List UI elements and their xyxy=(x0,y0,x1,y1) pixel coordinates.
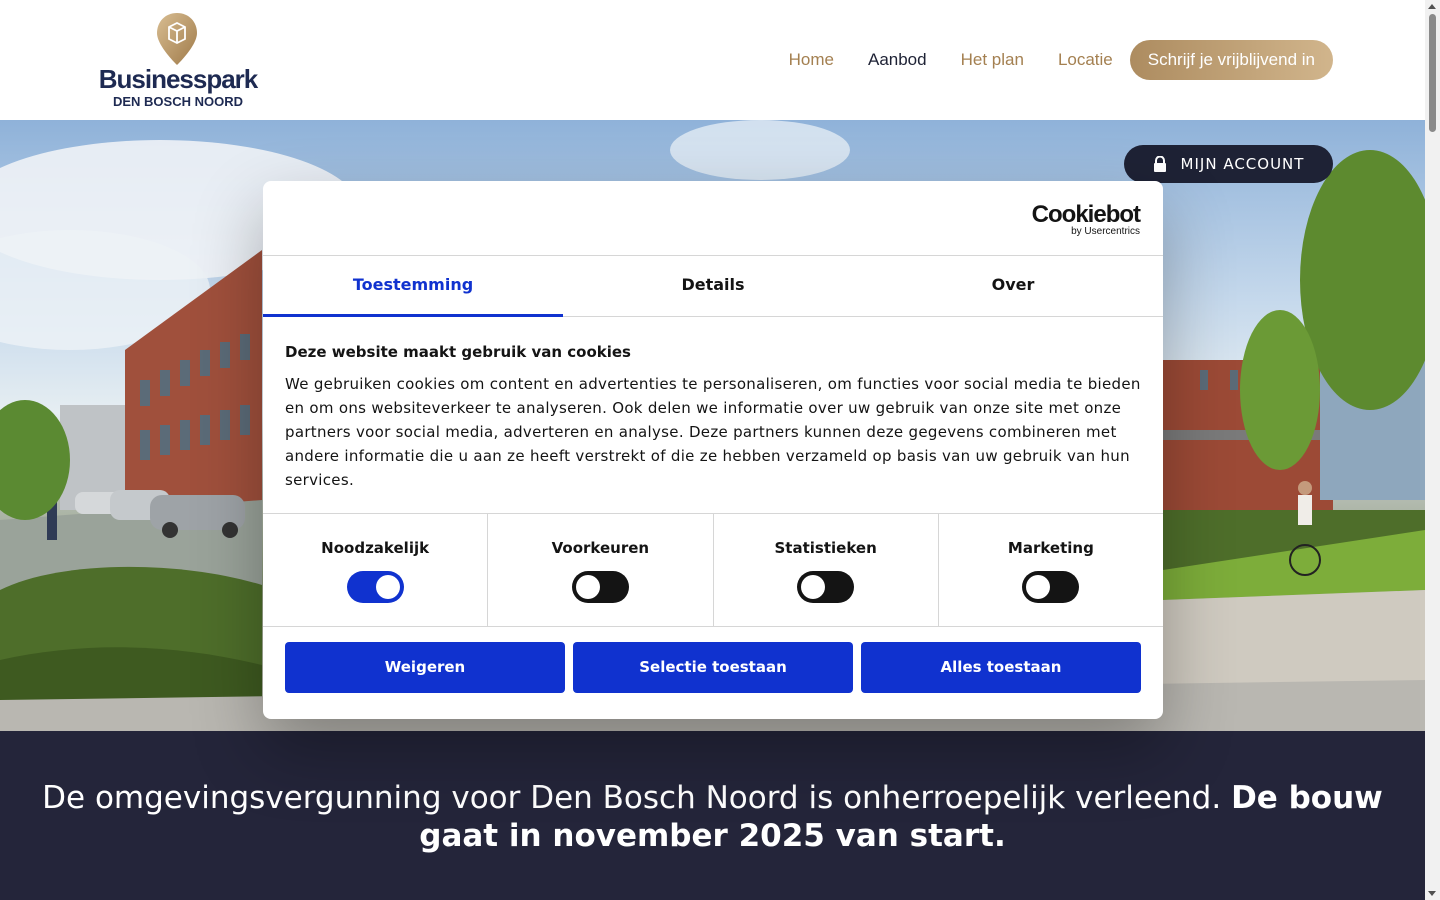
cookie-dialog-header: Cookiebot by Usercentrics xyxy=(263,181,1163,256)
my-account-label: MIJN ACCOUNT xyxy=(1180,155,1305,173)
main-nav: Home Aanbod Het plan Locatie Schrijf je … xyxy=(755,40,1333,80)
category-label: Statistieken xyxy=(774,539,877,557)
signup-button[interactable]: Schrijf je vrijblijvend in xyxy=(1129,40,1333,80)
site-logo[interactable]: Businesspark DEN BOSCH NOORD xyxy=(92,12,264,112)
toggle-knob xyxy=(1026,575,1051,599)
location-pin-icon xyxy=(157,13,197,65)
reject-button[interactable]: Weigeren xyxy=(285,642,565,693)
cookiebot-brand: Cookiebot xyxy=(1031,201,1141,228)
nav-item-aanbod[interactable]: Aanbod xyxy=(868,50,927,70)
toggle-knob xyxy=(375,575,400,599)
nav-item-het-plan[interactable]: Het plan xyxy=(961,50,1024,70)
tab-toestemming[interactable]: Toestemming xyxy=(263,256,563,317)
cookie-buttons: Weigeren Selectie toestaan Alles toestaa… xyxy=(263,627,1163,693)
announcement-band: De omgevingsvergunning voor Den Bosch No… xyxy=(0,731,1425,900)
announcement-text: De omgevingsvergunning voor Den Bosch No… xyxy=(0,779,1425,855)
tab-details[interactable]: Details xyxy=(563,256,863,316)
lock-icon xyxy=(1153,156,1166,172)
category-marketing: Marketing xyxy=(939,514,1163,626)
my-account-button[interactable]: MIJN ACCOUNT xyxy=(1124,145,1333,183)
toggle-noodzakelijk[interactable] xyxy=(346,571,404,603)
cookiebot-logo[interactable]: Cookiebot by Usercentrics xyxy=(1031,201,1141,237)
cookie-consent-dialog: Cookiebot by Usercentrics Toestemming De… xyxy=(263,181,1163,719)
page-scrollbar[interactable] xyxy=(1425,0,1440,900)
tab-over[interactable]: Over xyxy=(863,256,1163,316)
cookie-tabs: Toestemming Details Over xyxy=(263,256,1163,317)
logo-subtitle: DEN BOSCH NOORD xyxy=(112,94,243,109)
toggle-knob xyxy=(801,575,826,599)
allow-all-button[interactable]: Alles toestaan xyxy=(861,642,1141,693)
announcement-regular: De omgevingsvergunning voor Den Bosch No… xyxy=(42,780,1222,816)
allow-selection-button[interactable]: Selectie toestaan xyxy=(573,642,853,693)
category-noodzakelijk: Noodzakelijk xyxy=(263,514,489,626)
site-header: Businesspark DEN BOSCH NOORD Home Aanbod… xyxy=(0,0,1425,120)
cookie-body: Deze website maakt gebruik van cookies W… xyxy=(263,317,1163,514)
cookie-category-toggles: Noodzakelijk Voorkeuren Statistieken Mar… xyxy=(263,514,1163,627)
toggle-knob xyxy=(575,575,600,599)
logo-title: Businesspark xyxy=(98,64,259,94)
category-label: Marketing xyxy=(1007,539,1094,557)
scroll-up-arrow-icon[interactable] xyxy=(1428,4,1436,9)
scrollbar-thumb[interactable] xyxy=(1429,14,1436,132)
nav-item-locatie[interactable]: Locatie xyxy=(1058,50,1113,70)
category-statistieken: Statistieken xyxy=(714,514,939,626)
cookiebot-brand-sub: by Usercentrics xyxy=(1071,226,1140,237)
toggle-marketing[interactable] xyxy=(1022,571,1080,603)
cookie-description: We gebruiken cookies om content en adver… xyxy=(285,375,1141,489)
category-voorkeuren: Voorkeuren xyxy=(488,514,714,626)
category-label: Noodzakelijk xyxy=(321,539,430,557)
scroll-down-arrow-icon[interactable] xyxy=(1428,891,1436,896)
toggle-voorkeuren[interactable] xyxy=(571,571,629,603)
category-label: Voorkeuren xyxy=(551,539,650,557)
cookie-heading: Deze website maakt gebruik van cookies xyxy=(285,343,631,361)
toggle-statistieken[interactable] xyxy=(797,571,855,603)
nav-item-home[interactable]: Home xyxy=(789,50,834,70)
